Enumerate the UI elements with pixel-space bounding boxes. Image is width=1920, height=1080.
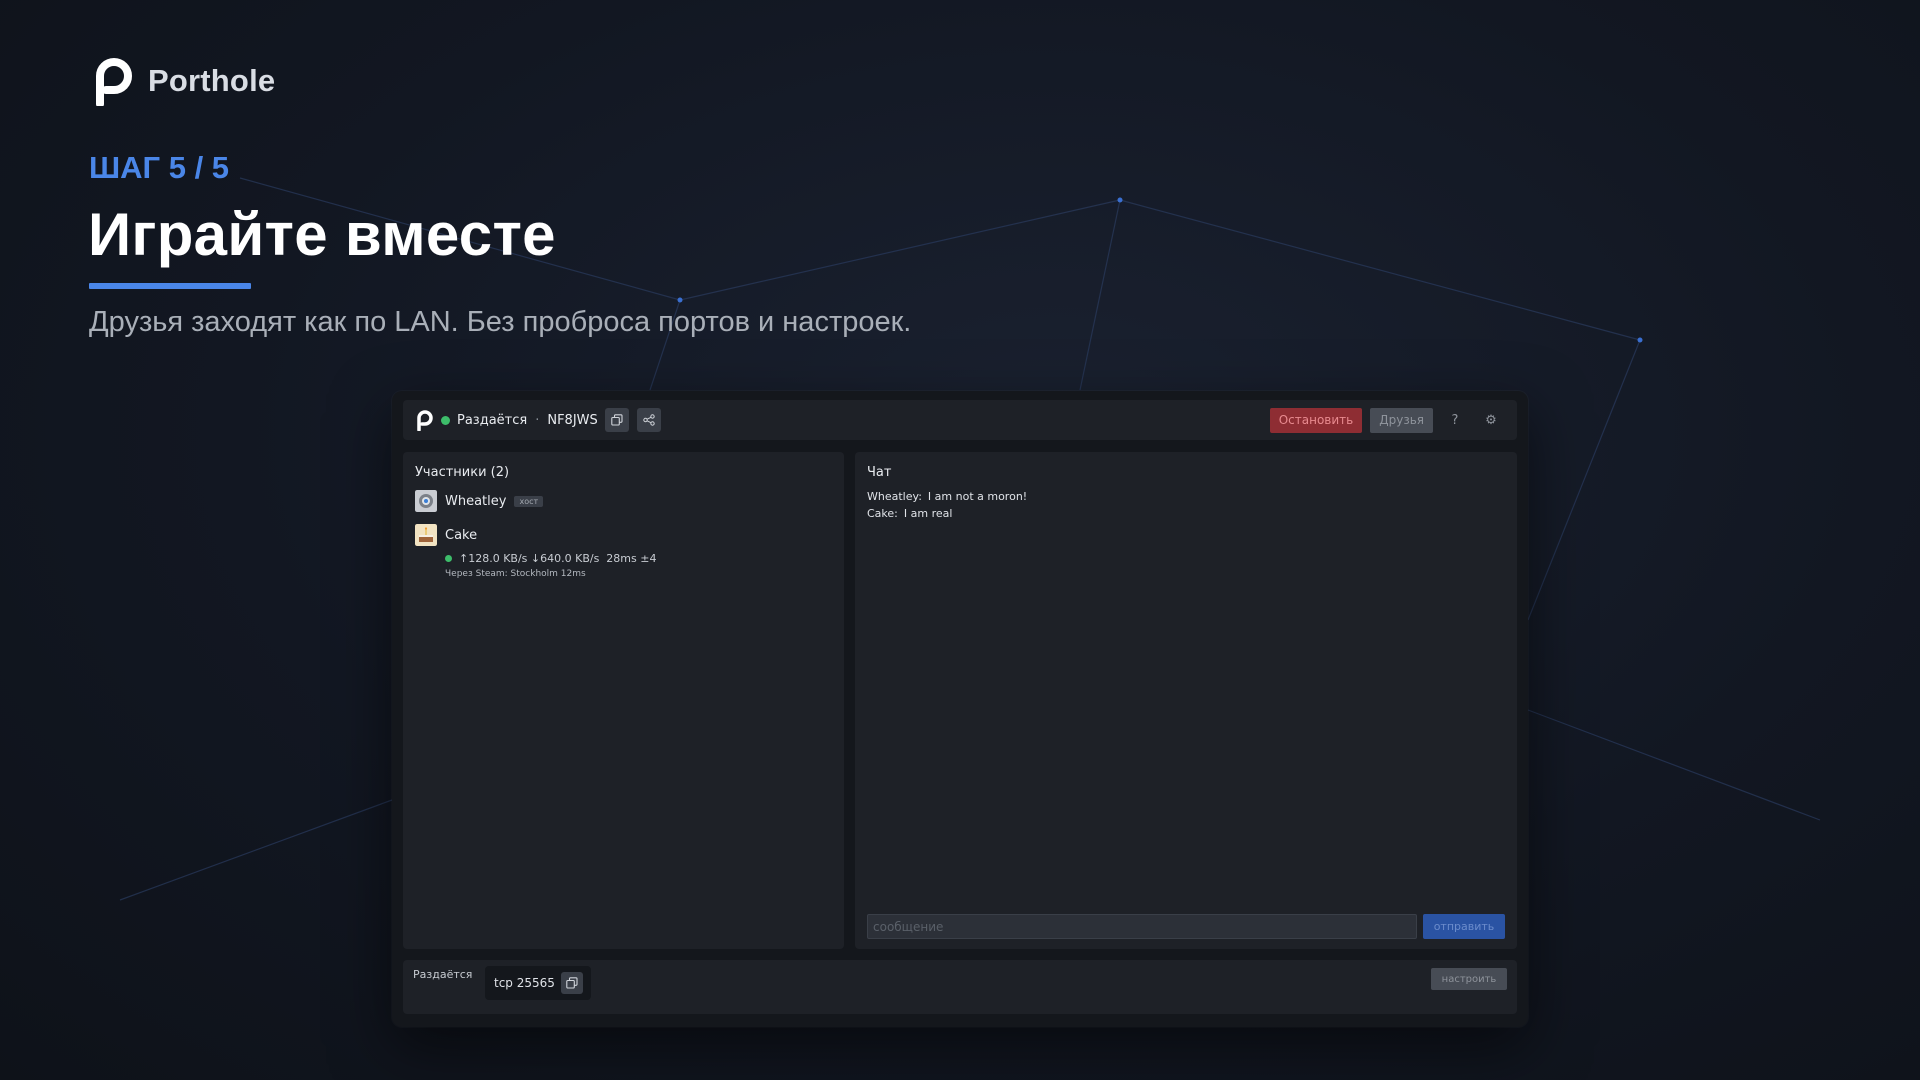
connection-dot bbox=[445, 555, 452, 562]
chat-panel: Чат Wheatley: I am not a moron! Cake: I am… bbox=[855, 452, 1517, 949]
chat-messages: Wheatley: I am not a moron! Cake: I am rea… bbox=[867, 490, 1505, 520]
separator: · bbox=[535, 412, 540, 428]
participants-panel: Участники (2) Wheatley хост Cake ↑128.0 … bbox=[403, 452, 844, 949]
wheatley-avatar bbox=[415, 490, 437, 512]
share-button[interactable] bbox=[636, 408, 661, 432]
chat-message: Wheatley: I am not a moron! bbox=[867, 490, 1505, 503]
subtitle: Друзья заходят как по LAN. Без проброса … bbox=[89, 306, 912, 338]
topbar-actions: Остановить Друзья ? ⚙ bbox=[1269, 407, 1505, 433]
chat-text: I am real bbox=[903, 507, 953, 520]
hosted-label: Раздаётся bbox=[413, 968, 473, 981]
participant-row[interactable]: Wheatley хост bbox=[415, 490, 832, 512]
chat-title: Чат bbox=[867, 465, 892, 480]
status-text: Раздаётся bbox=[457, 412, 528, 428]
brand: Porthole bbox=[92, 56, 275, 106]
friends-button[interactable]: Друзья bbox=[1370, 407, 1433, 433]
participant-row[interactable]: Cake bbox=[415, 524, 832, 546]
copy-icon bbox=[611, 414, 623, 426]
step-indicator: ШАГ 5 / 5 bbox=[89, 150, 230, 185]
host-badge: хост bbox=[514, 495, 544, 507]
app-logo-icon bbox=[417, 410, 433, 431]
copy-code-button[interactable] bbox=[604, 408, 629, 432]
participant-name: Wheatley bbox=[445, 493, 507, 509]
topbar: Раздаётся · NF8JWS Остановить Друзья ? ⚙ bbox=[403, 400, 1517, 440]
stop-button[interactable]: Остановить bbox=[1269, 407, 1363, 433]
headline: Играйте вместе bbox=[88, 201, 556, 268]
copy-port-button[interactable] bbox=[560, 972, 583, 994]
help-icon[interactable]: ? bbox=[1441, 408, 1469, 433]
copy-icon bbox=[566, 977, 578, 989]
participant-stats: ↑128.0 KB/s ↓640.0 KB/s 28ms ±4 bbox=[445, 552, 832, 565]
status-dot bbox=[441, 415, 450, 425]
room-code: NF8JWS bbox=[547, 412, 598, 428]
share-icon bbox=[643, 414, 655, 426]
chat-message-input[interactable] bbox=[867, 914, 1417, 939]
settings-gear-icon[interactable]: ⚙ bbox=[1477, 408, 1505, 433]
participants-title: Участники (2) bbox=[415, 465, 510, 480]
cake-avatar bbox=[415, 524, 437, 546]
port-chip: tcp 25565 bbox=[485, 966, 591, 1000]
participant-route: Через Steam: Stockholm 12ms bbox=[445, 569, 586, 579]
porthole-logo-icon bbox=[96, 58, 132, 106]
port-value: tcp 25565 bbox=[494, 976, 555, 990]
traffic-stats: ↑128.0 KB/s ↓640.0 KB/s 28ms ±4 bbox=[459, 552, 657, 565]
send-button[interactable]: отправить bbox=[1423, 914, 1505, 939]
brand-name: Porthole bbox=[148, 63, 276, 98]
configure-button[interactable]: настроить bbox=[1431, 968, 1507, 990]
participant-name: Cake bbox=[445, 527, 478, 543]
headline-underline bbox=[89, 283, 251, 289]
hosted-bar: Раздаётся tcp 25565 настроить bbox=[403, 960, 1517, 1014]
chat-text: I am not a moron! bbox=[927, 490, 1028, 503]
chat-message: Cake: I am real bbox=[867, 507, 1505, 520]
chat-author: Cake: bbox=[867, 507, 898, 520]
app-window: Раздаётся · NF8JWS Остановить Друзья ? ⚙ bbox=[392, 391, 1528, 1027]
chat-author: Wheatley: bbox=[867, 490, 922, 503]
